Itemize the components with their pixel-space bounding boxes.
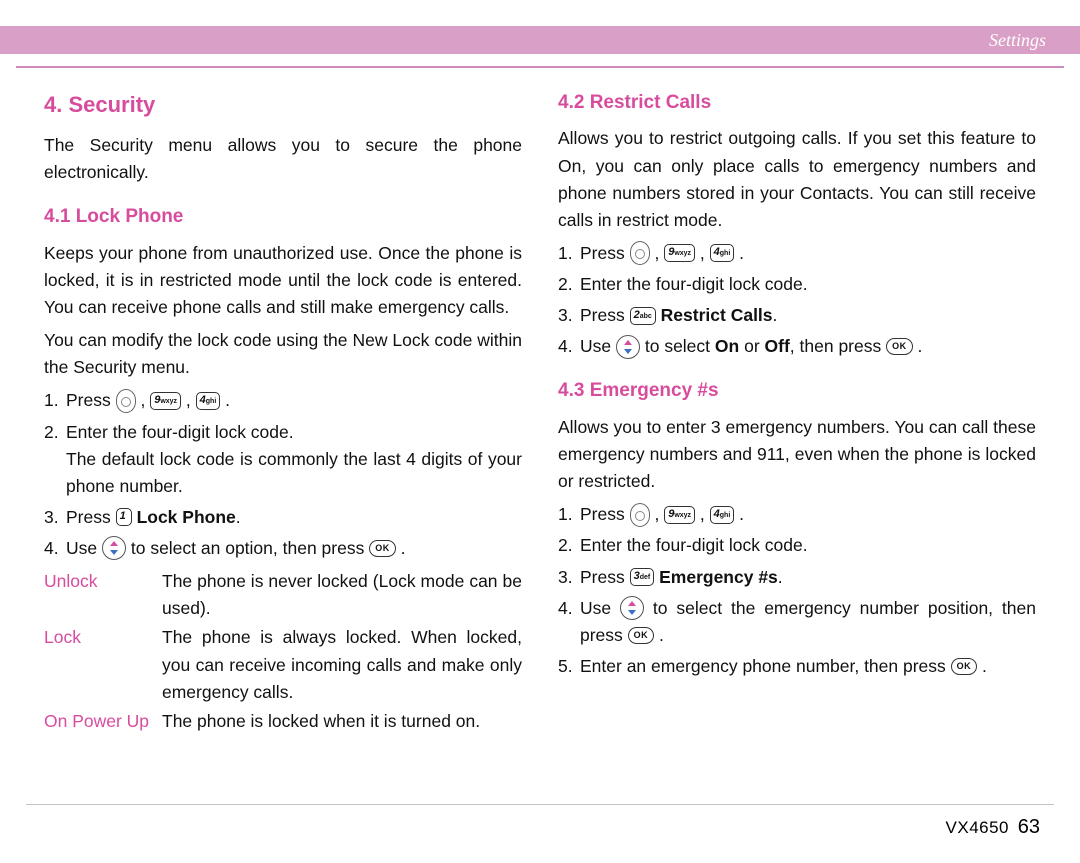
text: , then press [790, 336, 886, 356]
s41-p2: You can modify the lock code using the N… [44, 327, 522, 381]
key-9-icon: 9wxyz [150, 392, 181, 410]
s42-p1: Allows you to restrict outgoing calls. I… [558, 125, 1036, 234]
text: Press [580, 504, 630, 524]
text: Enter an emergency phone number, then pr… [580, 656, 951, 676]
text: Press [66, 507, 116, 527]
header-bar: Settings [0, 26, 1080, 54]
text: Press [580, 567, 630, 587]
off-label: Off [765, 336, 790, 356]
opt-label: On Power Up [44, 708, 162, 735]
restrict-calls-label: Restrict Calls [661, 305, 773, 325]
text: The default lock code is commonly the la… [66, 449, 522, 496]
s41-p1: Keeps your phone from unauthorized use. … [44, 240, 522, 321]
opt-desc: The phone is locked when it is turned on… [162, 708, 522, 735]
key-1-icon: 1 [116, 508, 132, 526]
on-label: On [715, 336, 739, 356]
ok-key-icon: OK [628, 627, 655, 644]
key-3-icon: 3def [630, 568, 655, 586]
section-4-2-title: 4.2 Restrict Calls [558, 88, 1036, 117]
nav-key-icon [630, 503, 650, 527]
text: Use [580, 598, 620, 618]
section-4-title: 4. Security [44, 88, 522, 122]
key-2-icon: 2abc [630, 307, 656, 325]
footer-rule [26, 804, 1054, 805]
section-4-3-title: 4.3 Emergency #s [558, 376, 1036, 405]
opt-lock: Lock The phone is always locked. When lo… [44, 624, 522, 705]
opt-label: Lock [44, 624, 162, 705]
text: Use [66, 538, 102, 558]
text: Enter the four-digit lock code. [66, 422, 294, 442]
opt-desc: The phone is never locked (Lock mode can… [162, 568, 522, 622]
nav-key-icon [116, 389, 136, 413]
nav-updown-icon [616, 335, 640, 359]
text: Press [580, 305, 630, 325]
text: Press [66, 390, 116, 410]
s41-steps: 1. Press , 9wxyz , 4ghi . 2. Enter the f… [44, 387, 522, 562]
ok-key-icon: OK [369, 540, 396, 557]
opt-unlock: Unlock The phone is never locked (Lock m… [44, 568, 522, 622]
key-9-icon: 9wxyz [664, 244, 695, 262]
opt-desc: The phone is always locked. When locked,… [162, 624, 522, 705]
s42-steps: 1. Press , 9wxyz , 4ghi . 2.Enter the fo… [558, 240, 1036, 361]
left-column: 4. Security The Security menu allows you… [26, 88, 540, 793]
page-footer: VX4650 63 [946, 816, 1040, 839]
s43-p1: Allows you to enter 3 emergency numbers.… [558, 414, 1036, 495]
text: or [739, 336, 764, 356]
opt-label: Unlock [44, 568, 162, 622]
section-label: Settings [989, 30, 1046, 51]
nav-updown-icon [620, 596, 644, 620]
page-content: 4. Security The Security menu allows you… [0, 88, 1080, 793]
emergency-label: Emergency #s [659, 567, 778, 587]
text: Enter the four-digit lock code. [580, 532, 1036, 559]
key-4-icon: 4ghi [710, 244, 735, 262]
s43-steps: 1. Press , 9wxyz , 4ghi . 2.Enter the fo… [558, 501, 1036, 680]
opt-on-power-up: On Power Up The phone is locked when it … [44, 708, 522, 735]
key-4-icon: 4ghi [196, 392, 221, 410]
text: to select [645, 336, 715, 356]
ok-key-icon: OK [951, 658, 978, 675]
section-4-1-title: 4.1 Lock Phone [44, 202, 522, 231]
model-label: VX4650 [946, 818, 1010, 837]
nav-key-icon [630, 241, 650, 265]
text: Enter the four-digit lock code. [580, 271, 1036, 298]
page-number: 63 [1018, 816, 1040, 838]
header-rule [16, 66, 1064, 68]
lock-phone-label: Lock Phone [137, 507, 236, 527]
section-4-intro: The Security menu allows you to secure t… [44, 132, 522, 186]
text: to select an option, then press [131, 538, 369, 558]
key-4-icon: 4ghi [710, 506, 735, 524]
text: Press [580, 243, 630, 263]
ok-key-icon: OK [886, 338, 913, 355]
text: Use [580, 336, 616, 356]
s41-options: Unlock The phone is never locked (Lock m… [44, 568, 522, 735]
nav-updown-icon [102, 536, 126, 560]
key-9-icon: 9wxyz [664, 506, 695, 524]
right-column: 4.2 Restrict Calls Allows you to restric… [540, 88, 1054, 793]
